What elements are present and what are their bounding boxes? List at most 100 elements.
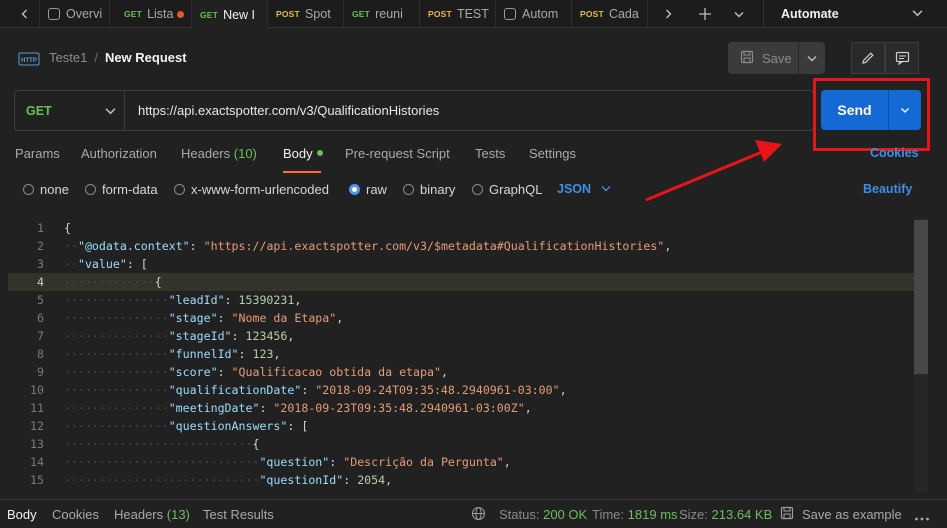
automation-icon <box>504 8 516 20</box>
body-active-dot-icon <box>316 150 323 156</box>
edit-pencil-icon[interactable] <box>851 42 885 74</box>
url-input[interactable]: https://api.exactspotter.com/v3/Qualific… <box>125 103 439 118</box>
response-tab-test-results[interactable]: Test Results <box>203 507 274 522</box>
radio-binary[interactable] <box>403 184 414 195</box>
body-format-select[interactable]: JSON <box>557 182 611 196</box>
code-line: 14 ····························"question… <box>30 455 511 469</box>
method-badge: POST <box>428 9 452 19</box>
tab-label: Autom <box>522 7 559 21</box>
editor-scrollbar-thumb[interactable] <box>914 220 928 374</box>
beautify-link[interactable]: Beautify <box>863 182 912 196</box>
method-badge: POST <box>276 9 300 19</box>
tab-tests[interactable]: Tests <box>475 146 505 161</box>
request-name[interactable]: New Request <box>105 50 187 65</box>
tab-headers-label: Headers <box>181 146 231 161</box>
tab-pre-request-script[interactable]: Pre-request Script <box>345 146 450 161</box>
tab-label: Cada <box>608 7 639 21</box>
code-line: 2 ··"@odata.context": "https://api.exact… <box>37 239 672 253</box>
body-option-binary[interactable]: binary <box>403 182 455 197</box>
save-disk-icon <box>740 50 754 67</box>
save-example-disk-icon <box>780 506 794 523</box>
body-option-graphql[interactable]: GraphQL <box>472 182 542 197</box>
unsaved-dot-icon <box>177 10 185 18</box>
code-line: 13 ···························{ <box>30 437 260 451</box>
tab-post-cada[interactable]: POST Cada <box>572 0 648 28</box>
code-line: 11 ···············"meetingDate": "2018-0… <box>30 401 532 415</box>
tab-get-lista[interactable]: GET Lista <box>116 0 192 28</box>
radio-label: raw <box>366 182 387 197</box>
code-line: 15 ····························"question… <box>30 473 393 487</box>
tab-authorization[interactable]: Authorization <box>81 146 157 161</box>
body-option-none[interactable]: none <box>23 182 69 197</box>
more-options-icon[interactable] <box>914 510 930 525</box>
body-option-form-data[interactable]: form-data <box>85 182 158 197</box>
environment-label: Automate <box>781 7 839 21</box>
code-line: 7 ···············"stageId": 123456, <box>37 329 295 343</box>
save-options-chevron-down-icon[interactable] <box>799 53 825 63</box>
tab-get-new-request[interactable]: GET New I <box>192 0 268 29</box>
tab-body-label: Body <box>283 146 313 161</box>
save-as-example-button[interactable]: Save as example <box>802 507 902 522</box>
network-globe-icon[interactable] <box>471 506 487 524</box>
code-line: 10 ···············"qualificationDate": "… <box>30 383 567 397</box>
tab-headers[interactable]: Headers (10) <box>181 146 257 161</box>
status-label: Status: <box>499 507 540 522</box>
tab-params[interactable]: Params <box>15 146 60 161</box>
response-tab-body[interactable]: Body <box>7 507 37 522</box>
tab-list-chevron-down-icon[interactable] <box>724 0 754 28</box>
headers-count: (10) <box>233 146 257 161</box>
tab-post-spot[interactable]: POST Spot <box>268 0 344 28</box>
body-option-urlencoded[interactable]: x-www-form-urlencoded <box>174 182 329 197</box>
radio-label: binary <box>420 182 456 197</box>
code-line-current: 4 ·············{ <box>8 273 928 291</box>
chevron-right-icon[interactable] <box>653 0 683 28</box>
tab-automation[interactable]: Autom <box>496 0 572 28</box>
comments-icon[interactable] <box>885 42 919 74</box>
radio-form-data[interactable] <box>85 184 96 195</box>
send-button[interactable]: Send <box>821 90 888 130</box>
breadcrumb: Teste1 / New Request <box>49 50 187 65</box>
cookies-link[interactable]: Cookies <box>870 146 919 160</box>
environment-selector[interactable]: Automate <box>763 0 947 28</box>
radio-label: x-www-form-urlencoded <box>191 182 329 197</box>
radio-graphql[interactable] <box>472 184 483 195</box>
radio-none[interactable] <box>23 184 34 195</box>
radio-raw[interactable] <box>349 184 360 195</box>
radio-label: GraphQL <box>489 182 543 197</box>
save-button-group: Save <box>728 42 825 74</box>
code-line: 3 ··"value": [ <box>37 257 148 271</box>
method-select[interactable]: GET <box>15 91 125 130</box>
tab-overview[interactable]: Overvi <box>40 0 110 28</box>
code-line: 5 ···············"leadId": 15390231, <box>37 293 302 307</box>
send-options-chevron-down-icon[interactable] <box>889 90 921 130</box>
radio-label: form-data <box>102 182 158 197</box>
tab-label: New I <box>223 7 256 22</box>
response-size: Size: 213.64 KB <box>679 507 772 522</box>
size-value: 213.64 KB <box>711 507 773 522</box>
tab-get-reuni[interactable]: GET reuni <box>344 0 420 28</box>
save-button[interactable]: Save <box>728 50 798 67</box>
tab-post-test[interactable]: POST TEST <box>420 0 496 28</box>
code-editor[interactable]: 1 { 2 ··"@odata.context": "https://api.e… <box>8 218 928 492</box>
method-badge: POST <box>580 9 604 19</box>
tab-body[interactable]: Body <box>283 146 323 161</box>
http-request-icon: HTTP <box>18 50 40 68</box>
body-option-raw[interactable]: raw <box>349 182 387 197</box>
tab-label: reuni <box>375 7 403 21</box>
new-tab-plus-icon[interactable] <box>690 0 720 28</box>
url-bar: GET https://api.exactspotter.com/v3/Qual… <box>14 90 814 131</box>
response-tab-headers[interactable]: Headers (13) <box>114 507 190 522</box>
response-tab-cookies[interactable]: Cookies <box>52 507 99 522</box>
chevron-down-icon <box>105 105 116 119</box>
tab-label: TEST <box>456 7 489 21</box>
chevron-left-icon[interactable] <box>10 0 40 28</box>
breadcrumb-separator: / <box>94 50 98 65</box>
svg-text:HTTP: HTTP <box>21 58 37 64</box>
breadcrumb-collection[interactable]: Teste1 <box>49 50 87 65</box>
send-button-group: Send <box>821 90 921 130</box>
tab-settings[interactable]: Settings <box>529 146 576 161</box>
radio-urlencoded[interactable] <box>174 184 185 195</box>
method-label: GET <box>26 103 52 118</box>
response-status: Status: 200 OK <box>499 507 587 522</box>
method-badge: GET <box>200 9 219 20</box>
